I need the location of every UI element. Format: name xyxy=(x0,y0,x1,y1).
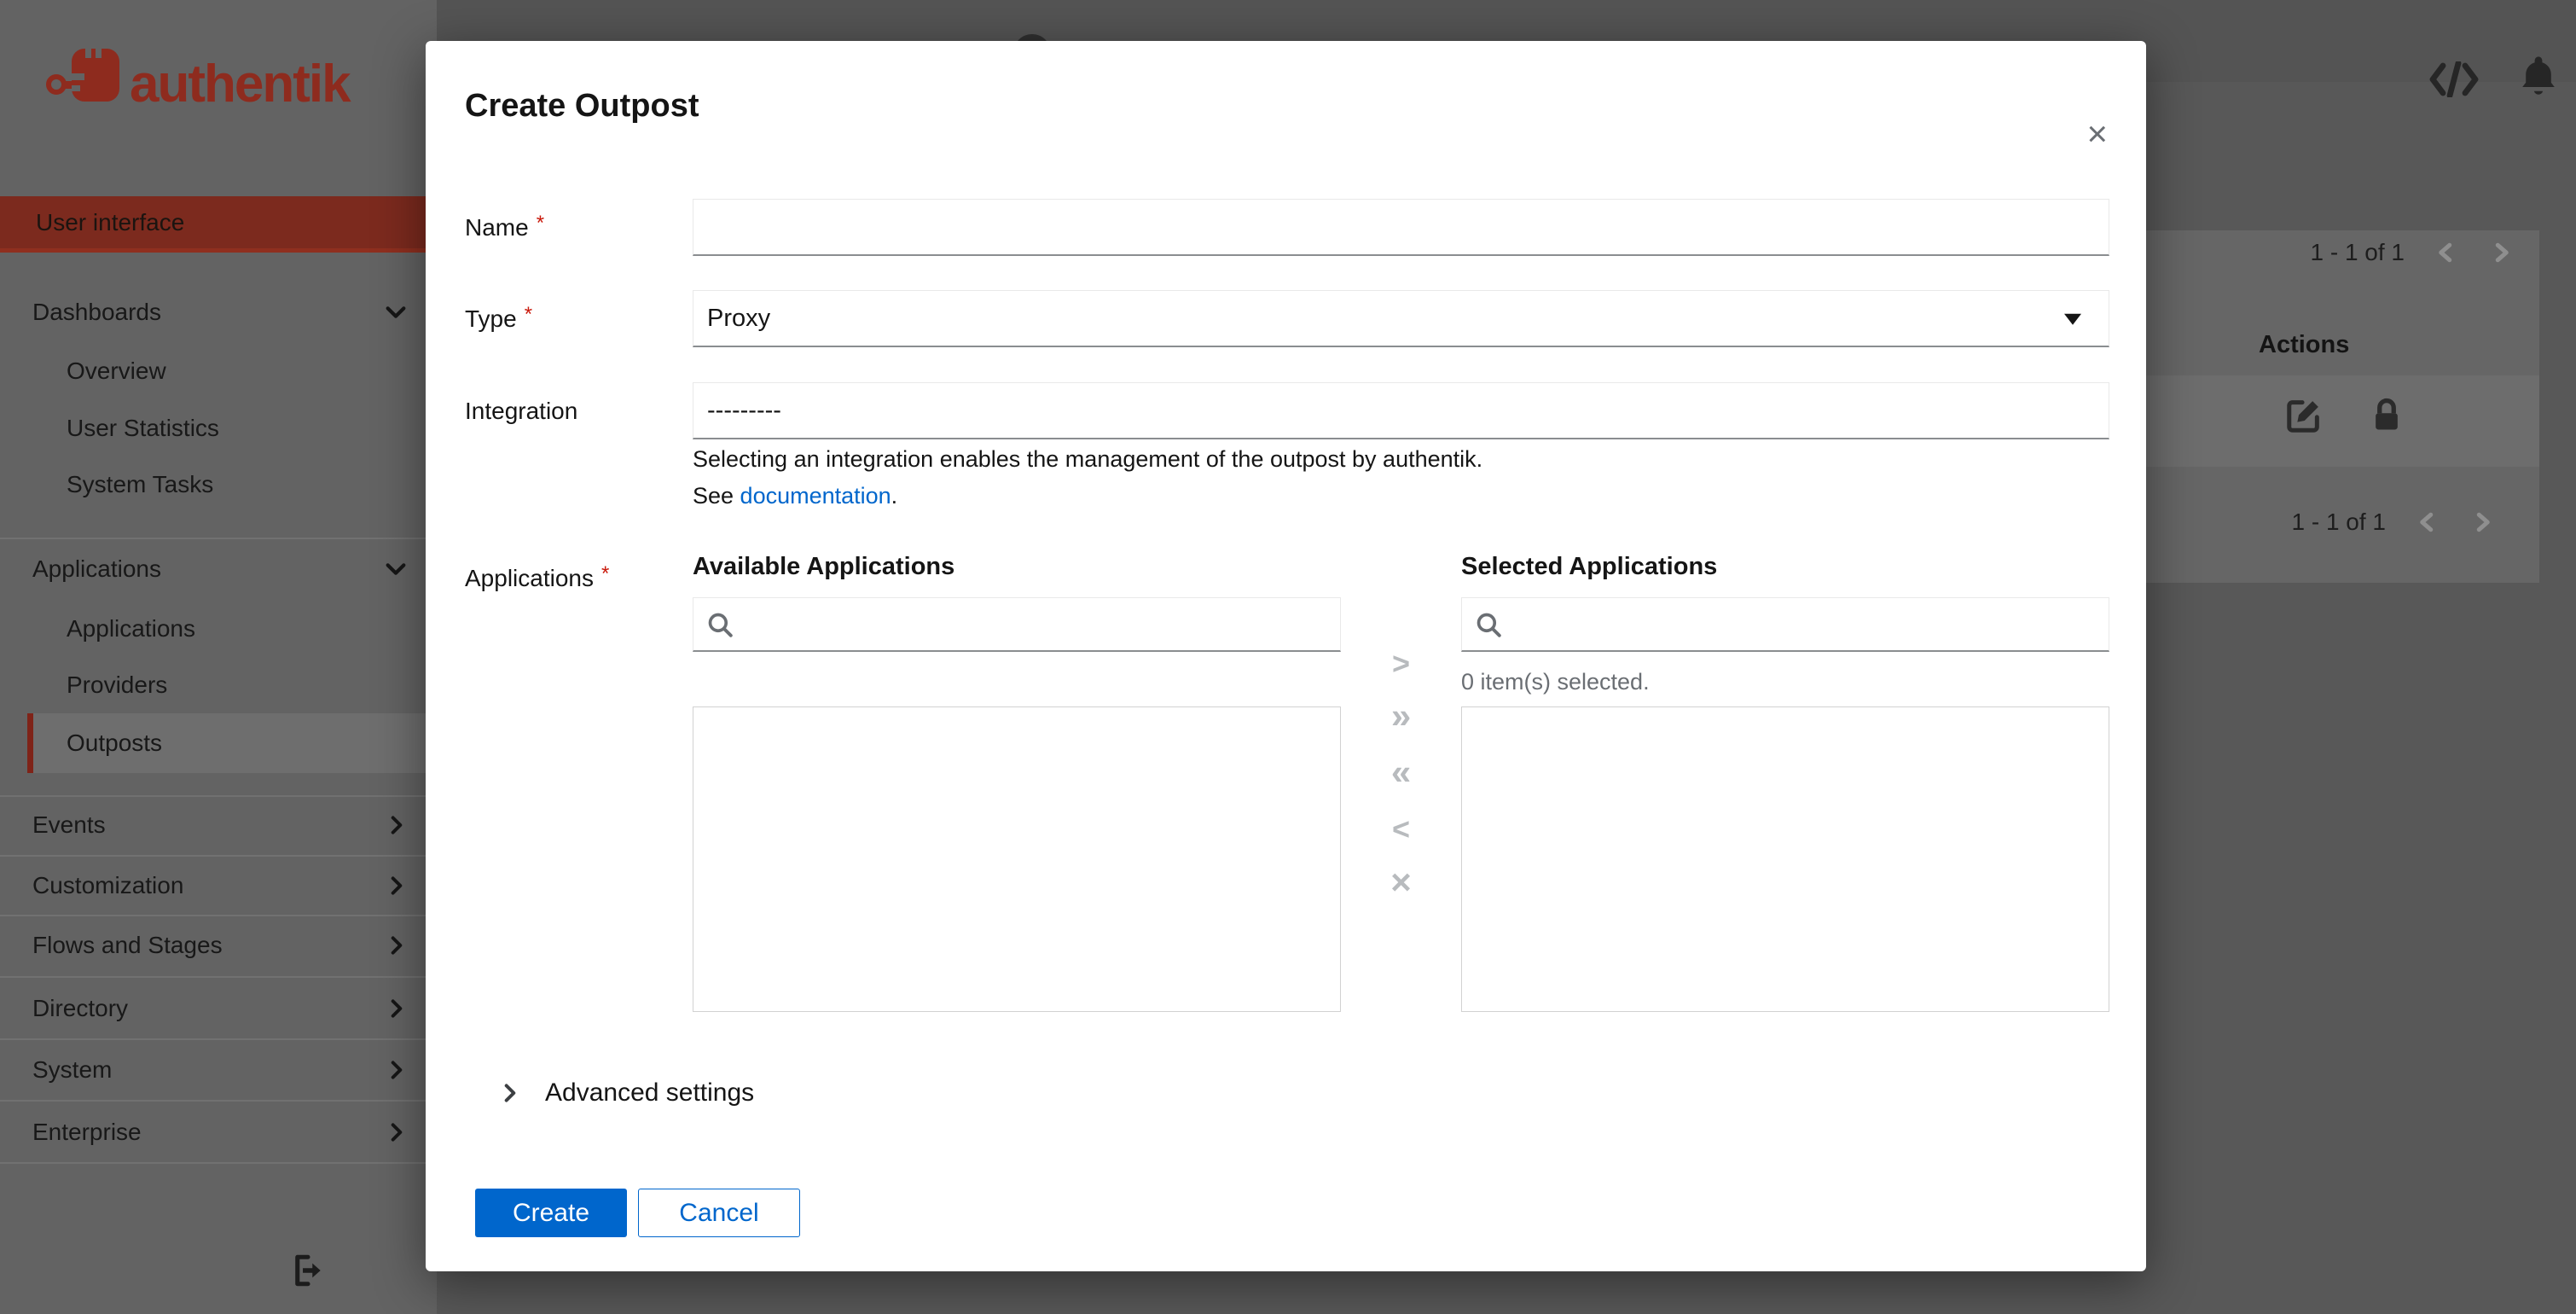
type-label: Type * xyxy=(465,303,533,332)
sidebar-divider xyxy=(0,538,437,539)
required-asterisk: * xyxy=(600,562,610,585)
authentik-admin-page: authentik User interface Dashboards Over… xyxy=(0,0,2576,1314)
sidebar-group-flows-and-stages[interactable]: Flows and Stages xyxy=(0,916,437,974)
available-search-input[interactable] xyxy=(743,598,1340,650)
page-next-icon[interactable] xyxy=(2469,509,2495,535)
required-asterisk: * xyxy=(524,303,533,326)
page-previous-icon[interactable] xyxy=(2415,509,2440,535)
actions-column-header: Actions xyxy=(2259,331,2350,358)
sidebar-group-system[interactable]: System xyxy=(0,1041,437,1099)
sidebar-item-user-statistics[interactable]: User Statistics xyxy=(0,399,437,456)
advanced-settings-label: Advanced settings xyxy=(545,1079,755,1107)
key-icon xyxy=(46,49,119,102)
chevron-down-icon xyxy=(384,557,408,581)
sidebar-divider xyxy=(0,1100,437,1102)
applications-label: Applications * xyxy=(465,562,610,591)
available-search[interactable] xyxy=(693,597,1341,652)
modal-title: Create Outpost xyxy=(465,88,699,124)
create-button[interactable]: Create xyxy=(475,1189,627,1237)
pagination-bottom: 1 - 1 of 1 xyxy=(2291,509,2495,536)
sidebar-item-outposts-active[interactable]: Outposts xyxy=(27,713,437,773)
name-input[interactable] xyxy=(693,199,2109,256)
name-label: Name * xyxy=(465,212,545,241)
caret-down-icon xyxy=(2064,313,2081,325)
sidebar-group-dashboards[interactable]: Dashboards xyxy=(0,283,437,341)
chevron-right-icon xyxy=(386,1059,408,1081)
search-icon xyxy=(1474,610,1503,639)
chevron-down-icon xyxy=(384,300,408,324)
selected-applications-title: Selected Applications xyxy=(1461,553,1718,580)
sidebar-divider xyxy=(0,1038,437,1040)
integration-select[interactable]: --------- xyxy=(693,382,2109,439)
pagination-top: 1 - 1 of 1 xyxy=(2310,239,2514,266)
sidebar-group-label: Applications xyxy=(32,555,161,582)
tenant-label: User interface xyxy=(36,208,185,235)
available-applications-listbox[interactable] xyxy=(693,706,1341,1012)
sidebar-item-applications[interactable]: Applications xyxy=(0,600,437,657)
code-api-icon[interactable] xyxy=(2429,60,2479,102)
sign-out-icon[interactable] xyxy=(290,1253,326,1288)
brand-wordmark: authentik xyxy=(130,55,351,113)
chevron-right-icon xyxy=(499,1082,521,1104)
integration-help-line2: See documentation. xyxy=(693,483,898,509)
pagination-range: 1 - 1 of 1 xyxy=(2291,509,2386,535)
sidebar-divider xyxy=(0,976,437,978)
sidebar-group-applications[interactable]: Applications xyxy=(0,540,437,598)
cancel-button[interactable]: Cancel xyxy=(638,1189,800,1237)
chevron-right-icon xyxy=(386,934,408,956)
available-applications-title: Available Applications xyxy=(693,553,955,580)
sidebar-group-customization[interactable]: Customization xyxy=(0,857,437,915)
integration-label: Integration xyxy=(465,398,578,424)
chevron-right-icon xyxy=(386,814,408,836)
sidebar-item-system-tasks[interactable]: System Tasks xyxy=(0,456,437,513)
pagination-range: 1 - 1 of 1 xyxy=(2310,239,2405,265)
tenant-selector[interactable]: User interface xyxy=(0,196,437,253)
selected-search-input[interactable] xyxy=(1511,598,2109,650)
sidebar: authentik User interface Dashboards Over… xyxy=(0,0,437,1314)
create-outpost-modal: Create Outpost × Name * Type * Proxy Integ… xyxy=(426,41,2146,1271)
page-previous-icon[interactable] xyxy=(2434,240,2459,265)
sidebar-item-providers[interactable]: Providers xyxy=(0,656,437,713)
selected-search[interactable] xyxy=(1461,597,2109,652)
integration-help-text: Selecting an integration enables the man… xyxy=(693,446,1483,472)
sidebar-group-directory[interactable]: Directory xyxy=(0,980,437,1038)
integration-select-value: --------- xyxy=(707,396,781,424)
sidebar-item-overview[interactable]: Overview xyxy=(0,342,437,399)
close-icon[interactable]: × xyxy=(2086,116,2108,152)
required-asterisk: * xyxy=(536,212,545,235)
advanced-settings-toggle[interactable]: Advanced settings xyxy=(499,1079,754,1108)
notifications-bell-icon[interactable] xyxy=(2518,55,2559,105)
page-next-icon[interactable] xyxy=(2488,240,2514,265)
search-icon xyxy=(705,610,734,639)
selected-count-status: 0 item(s) selected. xyxy=(1461,669,1650,695)
edit-icon[interactable] xyxy=(2284,396,2324,435)
lock-icon[interactable] xyxy=(2368,396,2405,435)
sidebar-group-label: Dashboards xyxy=(32,299,161,325)
selected-applications-listbox[interactable] xyxy=(1461,706,2109,1012)
sidebar-group-events[interactable]: Events xyxy=(0,796,437,854)
sidebar-divider xyxy=(0,1162,437,1164)
type-select-value: Proxy xyxy=(707,304,771,332)
chevron-right-icon xyxy=(386,997,408,1020)
type-select[interactable]: Proxy xyxy=(693,290,2109,347)
documentation-link[interactable]: documentation xyxy=(740,483,891,509)
authentik-logo: authentik xyxy=(44,39,411,122)
sidebar-group-enterprise[interactable]: Enterprise xyxy=(0,1103,437,1161)
chevron-right-icon xyxy=(386,1121,408,1143)
chevron-right-icon xyxy=(386,875,408,897)
